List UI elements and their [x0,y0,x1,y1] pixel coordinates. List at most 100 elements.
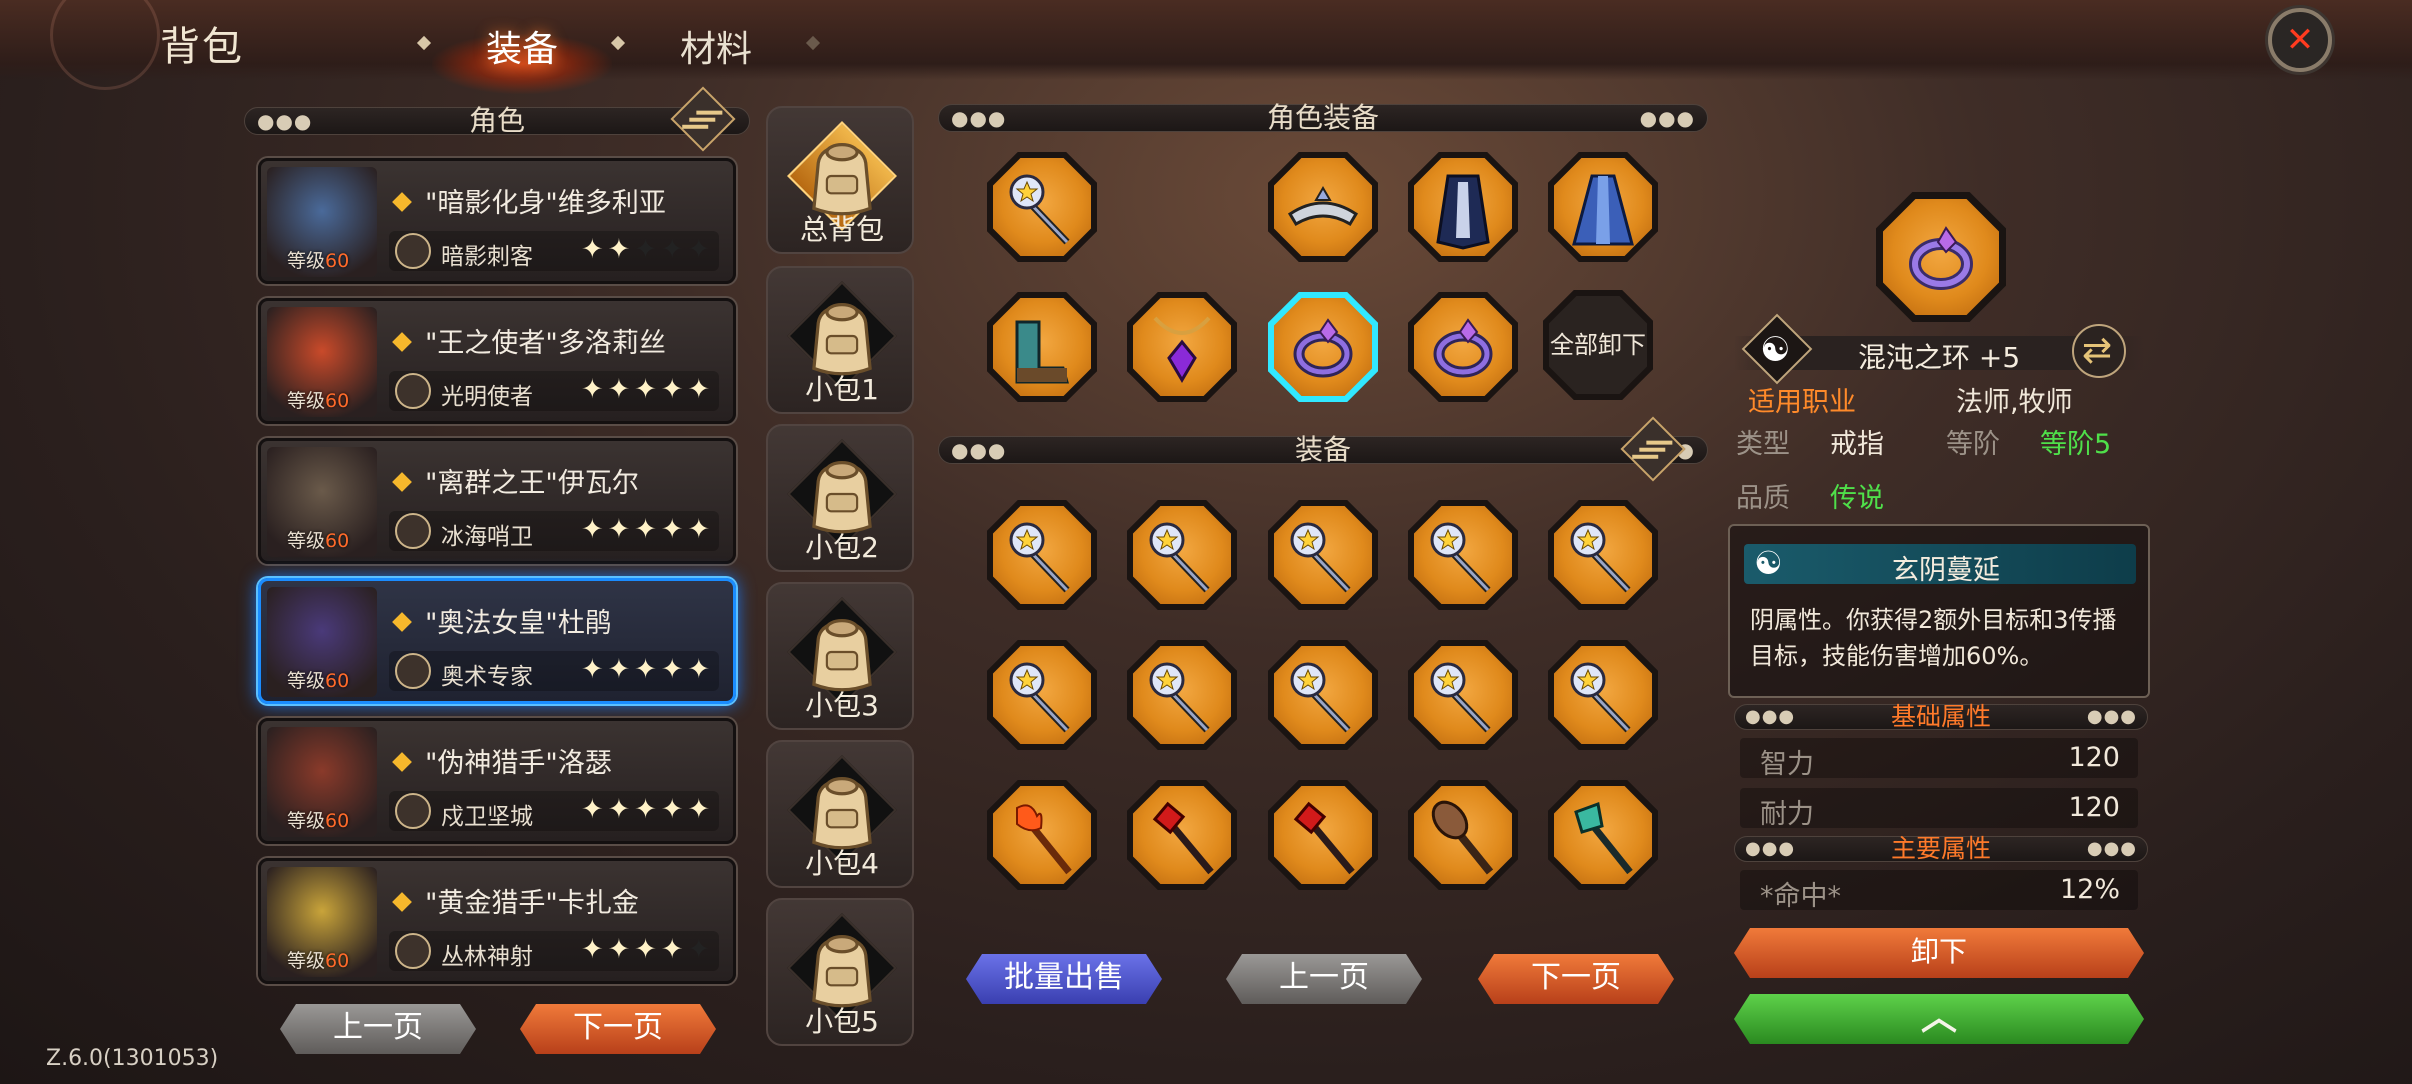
item-slot[interactable] [1548,640,1658,750]
item-slot[interactable] [1408,640,1518,750]
star-icon: ✦ [607,374,635,405]
ring-icon [1293,318,1353,378]
close-button[interactable]: ✕ [2268,8,2332,72]
stat-name: *命中* [1760,881,1841,912]
level-label: 等级 [287,250,326,272]
star-icon: ✦ [607,934,635,965]
item-slot[interactable] [1268,152,1378,262]
item-slot[interactable] [1268,292,1378,402]
character-card[interactable]: 等级60 "离群之王"伊瓦尔 冰海哨卫 ✦✦✦✦✦ [258,438,736,564]
upgrade-button[interactable]: ︿ [1734,994,2144,1044]
staff-icon [1149,522,1210,593]
top-bar [0,0,2412,80]
item-slot[interactable] [987,640,1097,750]
page-title: 背包 [160,24,244,70]
bag-slot[interactable]: 小包1 [766,266,914,414]
stat-row: 智力 120 [1740,738,2138,780]
character-card[interactable]: 等级60 "伪神猎手"洛瑟 戍卫坚城 ✦✦✦✦✦ [258,718,736,844]
fire-staff-icon [1016,804,1072,875]
item-slot[interactable] [1268,640,1378,750]
amulet-icon [1153,316,1211,383]
item-slot[interactable] [1127,640,1237,750]
yinyang-glyph: ☯ [1760,330,1791,370]
staff-icon [1570,522,1631,593]
class-row: 奥术专家 ✦✦✦✦✦ [389,651,719,691]
item-slot[interactable] [1408,780,1518,890]
swap-button[interactable]: ⇄ [2072,324,2126,378]
characters-prev-page-button[interactable]: 上一页 [280,1004,476,1054]
bulk-sell-button[interactable]: 批量出售 [966,954,1162,1004]
bag-slot[interactable]: 小包4 [766,740,914,888]
staff-icon [1009,522,1070,593]
item-slot[interactable] [1127,780,1237,890]
effect-title: 玄阴蔓延 [1892,555,2000,586]
inventory-sort-button[interactable] [1620,416,1686,482]
swap-icon: ⇄ [2082,330,2113,371]
bag-slot[interactable]: 小包3 [766,582,914,730]
inventory-next-page-button[interactable]: 下一页 [1478,954,1674,1004]
character-name: "伪神猎手"洛瑟 [389,741,612,780]
item-slot[interactable] [987,152,1097,262]
item-slot[interactable] [1548,780,1658,890]
avatar: 等级60 [267,587,377,697]
class-row: 暗影刺客 ✦✦✦✦✦ [389,231,719,271]
item-slot[interactable] [1408,292,1518,402]
inventory-header-label: 装备 [1294,433,1351,466]
effect-header: ☯ 玄阴蔓延 [1744,544,2136,586]
unequip-button[interactable]: 卸下 [1734,928,2144,978]
star-rating: ✦✦✦✦✦ [581,234,714,265]
star-icon: ✦ [660,234,688,265]
star-icon: ✦ [581,794,608,825]
unequip-all-button[interactable]: 全部卸下 [1543,290,1653,400]
level-value: 60 [325,250,350,272]
level-badge: 等级60 [287,806,349,833]
item-slot[interactable] [1548,152,1658,262]
filter-icon [670,86,736,152]
item-slot[interactable] [1127,500,1237,610]
item-slot[interactable] [1408,500,1518,610]
star-icon: ✦ [607,654,635,685]
tab-materials[interactable]: 材料 [680,20,752,72]
role-filter-button[interactable] [670,86,736,152]
character-card[interactable]: 等级60 "暗影化身"维多利亚 暗影刺客 ✦✦✦✦✦ [258,158,736,284]
yinyang-icon: ☯ [1754,544,1783,582]
star-icon: ✦ [687,934,715,965]
avatar: 等级60 [267,447,377,557]
header-dots-icon: ●●● [1745,706,1796,727]
red-wand-icon [1152,801,1214,875]
item-slot[interactable] [987,500,1097,610]
star-rating: ✦✦✦✦✦ [581,654,714,685]
main-attr-title: 主要属性 [1890,834,1991,863]
selected-item-slot [1876,192,2006,322]
item-slot[interactable] [1268,500,1378,610]
character-card[interactable]: 等级60 "黄金猎手"卡扎金 丛林神射 ✦✦✦✦✦ [258,858,736,984]
item-slot[interactable] [987,780,1097,890]
tab-equipment[interactable]: 装备 [486,20,558,72]
item-slot[interactable] [987,292,1097,402]
bag-slot[interactable]: 总背包 [766,106,914,254]
staff-icon [1430,522,1491,593]
bag-label: 总背包 [799,213,884,246]
character-card[interactable]: 等级60 "奥法女皇"杜鹃 奥术专家 ✦✦✦✦✦ [258,578,736,704]
level-label: 等级 [287,950,326,972]
star-icon: ✦ [607,794,635,825]
star-icon: ✦ [581,514,608,545]
role-header-label: 角色 [468,104,525,137]
bag-slot[interactable]: 小包2 [766,424,914,572]
item-slot[interactable] [1268,780,1378,890]
item-slot[interactable] [1127,292,1237,402]
cloak-icon [1436,174,1490,250]
level-badge: 等级60 [287,526,349,553]
item-slot[interactable] [1408,152,1518,262]
stat-name: 智力 [1760,749,1814,780]
bag-slot[interactable]: 小包5 [766,898,914,1046]
class-name: 丛林神射 [441,944,533,970]
inventory-prev-page-button[interactable]: 上一页 [1226,954,1422,1004]
close-icon: ✕ [2285,20,2315,60]
characters-next-page-button[interactable]: 下一页 [520,1004,716,1054]
stat-row: 耐力 120 [1740,788,2138,830]
character-card[interactable]: 等级60 "王之使者"多洛莉丝 光明使者 ✦✦✦✦✦ [258,298,736,424]
header-dots-icon: ●●● [257,109,313,133]
stat-value: 12% [2059,874,2120,905]
item-slot[interactable] [1548,500,1658,610]
